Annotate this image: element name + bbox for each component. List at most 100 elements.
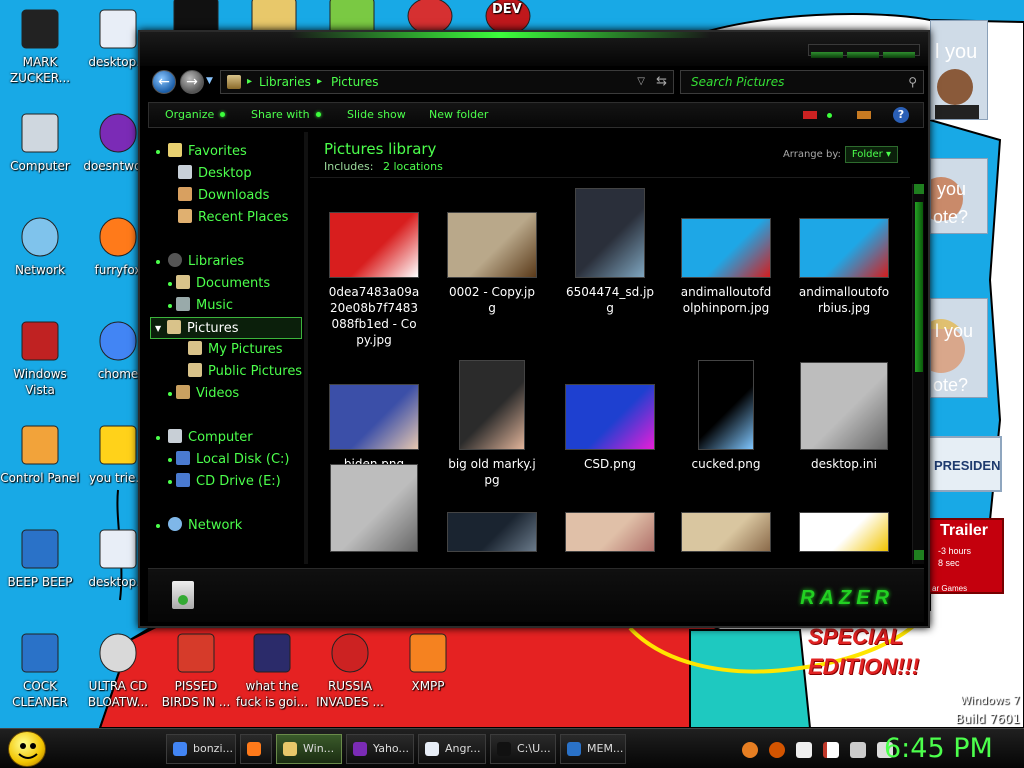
file-item[interactable]: desktop.ini [788, 354, 900, 472]
file-item[interactable]: 0dea7483a09a20e08b7f7483088fb1ed - Copy.… [318, 182, 430, 348]
file-item[interactable] [788, 508, 900, 558]
close-button[interactable] [883, 52, 915, 58]
refresh-icon[interactable]: ⇆ [656, 71, 667, 93]
desktop-icon-item[interactable]: Computer [0, 110, 80, 174]
share-with-button[interactable]: Share with [251, 103, 321, 127]
taskbar-button[interactable]: Yaho... [346, 734, 414, 764]
file-item[interactable]: cucked.png [670, 354, 782, 472]
scroll-thumb[interactable] [915, 202, 923, 372]
desktop-icon-item[interactable]: what the fuck is goi... [232, 630, 312, 710]
file-item[interactable] [436, 508, 548, 558]
network-tray-icon[interactable] [850, 741, 867, 758]
taskbar-button[interactable]: Win... [276, 734, 342, 764]
arrange-by-dropdown[interactable]: Folder ▾ [844, 146, 898, 163]
search-icon[interactable]: ⚲ [908, 71, 917, 93]
file-item[interactable]: CSD.png [554, 354, 666, 472]
address-bar[interactable]: ▸ Libraries ▸ Pictures ▽ ⇆ [220, 70, 674, 94]
desktop-icon-label: MARK ZUCKER... [9, 55, 71, 85]
cd-icon [94, 630, 142, 676]
nav-my-pictures[interactable]: My Pictures [188, 339, 283, 361]
nav-documents[interactable]: Documents [168, 273, 270, 295]
new-folder-button[interactable]: New folder [429, 103, 488, 127]
taskbar-button[interactable]: MEM... [560, 734, 626, 764]
maximize-button[interactable] [847, 52, 879, 58]
address-dropdown-icon[interactable]: ▽ [637, 71, 645, 93]
file-item[interactable]: andimalloutoforbius.jpg [788, 182, 900, 316]
desktop-icon-item[interactable]: BEEP BEEP [0, 526, 80, 590]
file-item[interactable]: biden.png [318, 354, 430, 472]
keyboard-tray-icon[interactable] [796, 741, 813, 758]
nav-computer[interactable]: Computer [156, 427, 253, 449]
explorer-window[interactable]: ← → ▼ ▸ Libraries ▸ Pictures ▽ ⇆ Search … [138, 30, 930, 628]
nav-public-pictures-label: Public Pictures [208, 364, 303, 379]
taskbar-button[interactable]: Angr... [418, 734, 486, 764]
mark-zuckerberg-icon [16, 6, 64, 52]
desktop-icon-item[interactable]: PISSED BIRDS IN ... [156, 630, 236, 710]
action-center-flag-icon[interactable] [823, 741, 840, 758]
slide-show-button[interactable]: Slide show [347, 103, 406, 127]
file-item[interactable]: 0002 - Copy.jpg [436, 182, 548, 316]
desktop-icon-item[interactable]: ULTRA CD BLOATW... [78, 630, 158, 710]
nav-recent-places[interactable]: Recent Places [178, 207, 288, 229]
help-icon[interactable]: ? [893, 107, 909, 123]
nav-public-pictures[interactable]: Public Pictures [188, 361, 302, 383]
nav-desktop[interactable]: Desktop [178, 163, 252, 185]
network-icon [168, 517, 182, 531]
desktop-icon-item[interactable]: COCK CLEANER [0, 630, 80, 710]
nav-pictures[interactable]: ▼ Pictures [150, 317, 302, 339]
desktop-icon-item[interactable]: MARK ZUCKER... [0, 6, 80, 86]
breadcrumb-libraries[interactable]: Libraries [259, 71, 311, 93]
watermark-line2: Build 7601 [955, 712, 1020, 726]
nav-network[interactable]: Network [156, 515, 242, 537]
file-item[interactable]: big old marky.jpg [436, 354, 548, 488]
file-item[interactable] [670, 508, 782, 558]
view-options-icon[interactable] [803, 111, 817, 119]
side-panel-3: l you ote? [930, 298, 988, 398]
nav-favorites[interactable]: Favorites [156, 141, 247, 163]
forward-button[interactable]: → [180, 70, 204, 94]
desktop-icon-item[interactable]: Windows Vista [0, 318, 80, 398]
clock[interactable]: 6:45 PM [884, 731, 993, 767]
minimize-button[interactable] [811, 52, 843, 58]
search-input[interactable]: Search Pictures ⚲ [680, 70, 924, 94]
bullet-icon [168, 392, 172, 396]
start-button[interactable] [8, 731, 46, 767]
file-item[interactable] [318, 464, 430, 558]
scroll-up-button[interactable] [914, 184, 924, 194]
taskbar: bonzi... Win... Yaho... Angr... C:\U... MEM..… [0, 728, 1024, 768]
desktop-icon-item[interactable]: RUSSIA INVADES ... [310, 630, 390, 710]
includes-locations-link[interactable]: 2 locations [383, 160, 443, 173]
nav-libraries-label: Libraries [188, 254, 245, 269]
preview-pane-icon[interactable] [857, 111, 871, 119]
nav-local-disk[interactable]: Local Disk (C:) [168, 449, 289, 471]
recent-pages-dropdown[interactable]: ▼ [206, 76, 213, 86]
nav-music[interactable]: Music [168, 295, 233, 317]
file-item[interactable]: andimalloutofdolphinporn.jpg [670, 182, 782, 316]
taskbar-button[interactable]: bonzi... [166, 734, 236, 764]
nav-downloads[interactable]: Downloads [178, 185, 269, 207]
desktop-icon-item[interactable]: XMPP [388, 630, 468, 694]
scroll-down-button[interactable] [914, 550, 924, 560]
taskbar-button[interactable] [240, 734, 272, 764]
title-bar[interactable] [140, 32, 928, 66]
nav-videos[interactable]: Videos [168, 383, 239, 405]
vertical-scrollbar[interactable] [912, 184, 924, 564]
back-button[interactable]: ← [152, 70, 176, 94]
search-tray-icon[interactable] [742, 741, 758, 758]
face-photo [935, 69, 979, 119]
nav-cd-drive[interactable]: CD Drive (E:) [168, 471, 281, 493]
bonzi-tray-icon[interactable] [769, 741, 786, 758]
taskbar-button[interactable]: C:\U... [490, 734, 556, 764]
organize-button[interactable]: Organize [165, 103, 226, 127]
view-dot-icon[interactable] [827, 113, 832, 118]
includes-label: Includes: [324, 160, 374, 173]
pane-splitter[interactable] [304, 132, 308, 564]
file-item[interactable] [554, 508, 666, 558]
desktop-icon-label: what the fuck is goi... [235, 679, 309, 709]
thumbnail-dark-face [447, 512, 537, 552]
breadcrumb-pictures[interactable]: Pictures [331, 71, 379, 93]
desktop-icon-item[interactable]: Control Panel [0, 422, 80, 486]
nav-libraries[interactable]: Libraries [156, 251, 244, 273]
desktop-icon-item[interactable]: Network [0, 214, 80, 278]
file-item[interactable]: 6504474_sd.jpg [554, 182, 666, 316]
